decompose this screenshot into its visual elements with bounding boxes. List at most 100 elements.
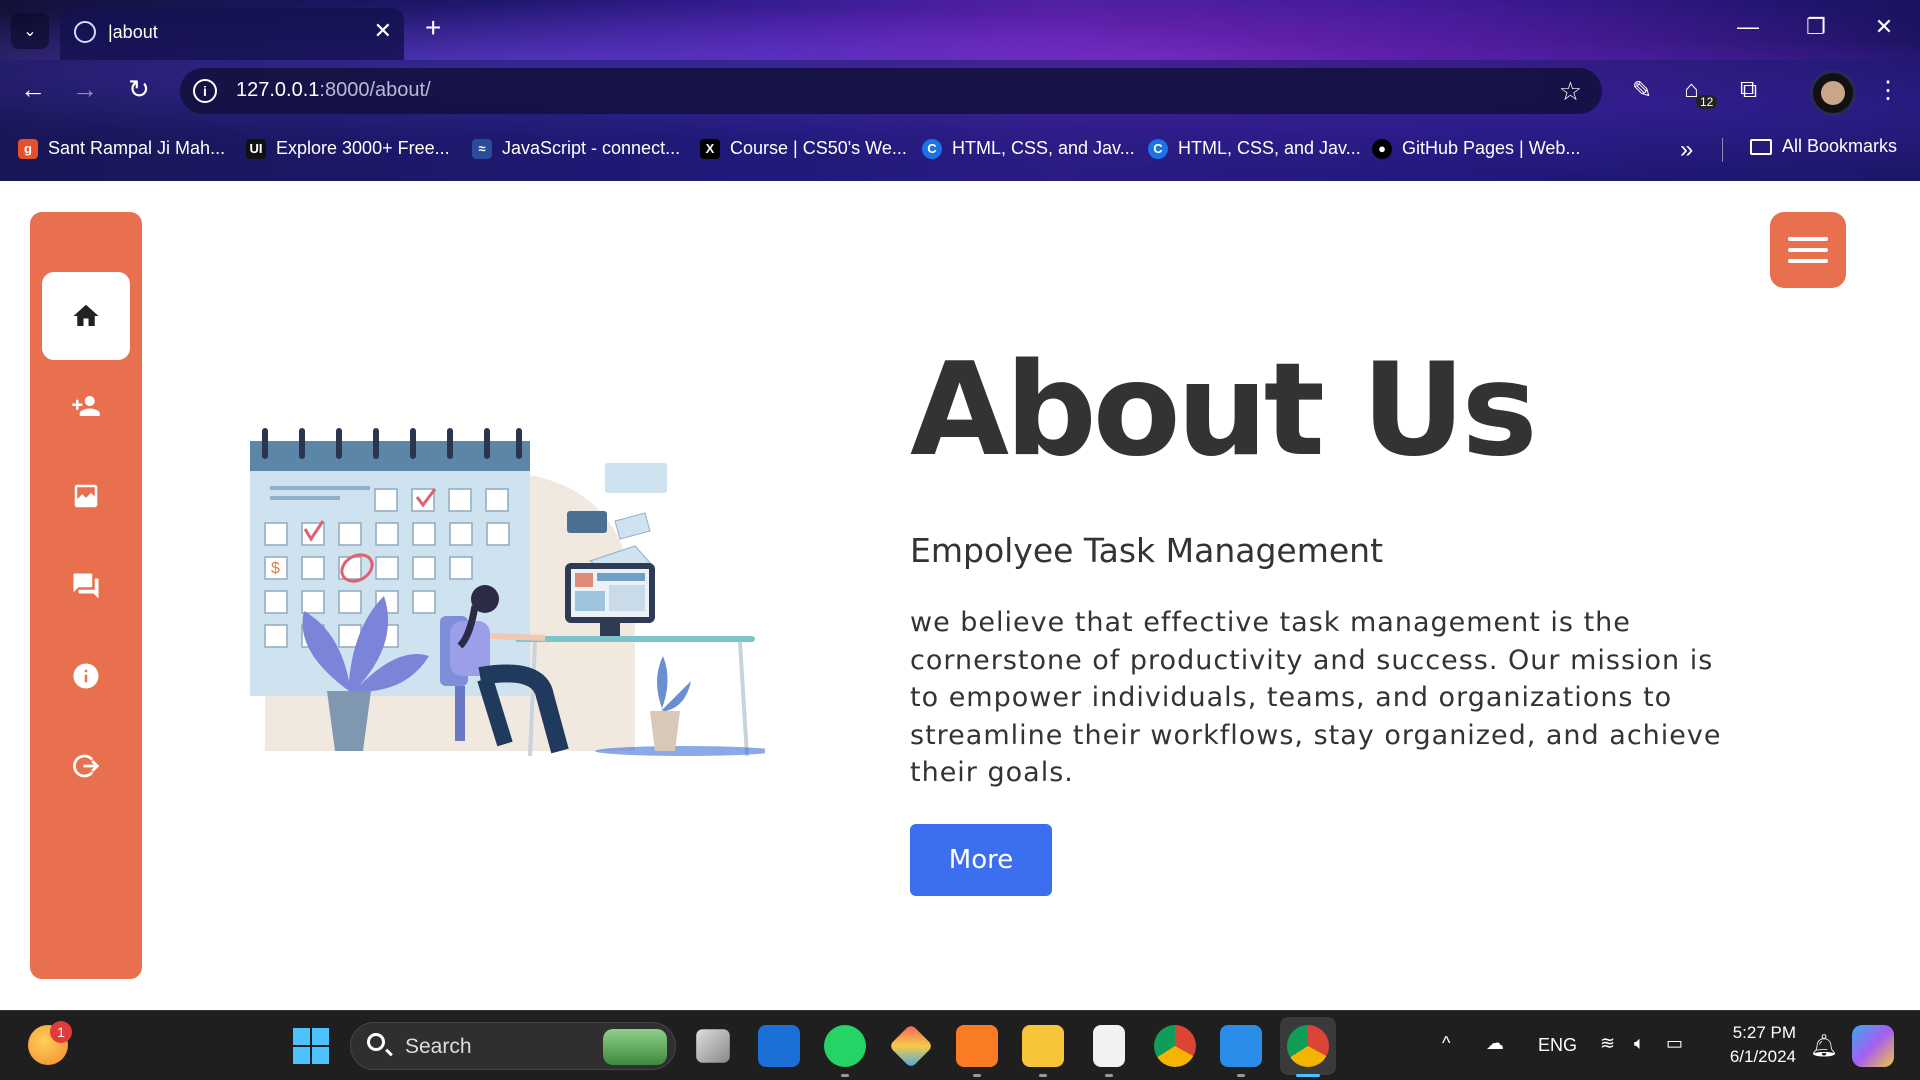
puzzle-icon[interactable]: ⧉ [1740,76,1757,104]
chrome-icon[interactable] [1287,1025,1329,1067]
whatsapp-icon[interactable] [824,1025,866,1067]
vscode-icon[interactable] [1220,1025,1262,1067]
minimize-icon[interactable]: — [1728,14,1768,40]
url-text: 127.0.0.1:8000/about/ [236,79,431,102]
bookmarks-divider [1722,138,1723,162]
wifi-icon[interactable]: ≋ [1600,1033,1615,1054]
running-indicator [1105,1074,1113,1077]
toolbar: ← → ↻ i 127.0.0.1:8000/about/ ☆ ✎ ⌂ ⧉ ⋮ [0,60,1920,120]
bookmark-star-icon[interactable]: ☆ [1559,76,1582,107]
running-indicator [1039,1074,1047,1077]
address-bar[interactable]: i 127.0.0.1:8000/about/ ☆ [180,68,1602,114]
all-bookmarks-button[interactable]: All Bookmarks [1750,136,1897,157]
bookmark-item[interactable]: ≈ JavaScript - connect... [472,138,680,159]
about-description: we believe that effective task managemen… [910,607,1722,788]
tab-close-icon[interactable]: ✕ [374,18,392,44]
taskbar: 1 Search ^ ☁ ENG ≋ 🔈︎ ▭ 5:27 PM 6/1/2024… [0,1010,1920,1080]
taskbar-search[interactable]: Search [350,1022,676,1070]
profile-avatar[interactable] [1810,70,1856,116]
more-button[interactable]: More [910,824,1052,896]
onedrive-icon[interactable]: ☁ [1486,1033,1504,1054]
bookmark-label: Course | CS50's We... [730,138,907,158]
logout-icon [73,754,100,778]
xampp-icon[interactable] [956,1025,998,1067]
bookmark-item[interactable]: ● GitHub Pages | Web... [1372,138,1580,159]
bookmark-label: HTML, CSS, and Jav... [952,138,1135,158]
globe-icon [74,21,96,43]
bookmark-item[interactable]: C HTML, CSS, and Jav... [1148,138,1361,159]
sidebar-item-about[interactable] [42,632,130,720]
site-info-icon[interactable]: i [193,79,217,103]
hamburger-menu-button[interactable] [1770,212,1846,288]
copilot-icon[interactable] [1852,1025,1894,1067]
bookmark-item[interactable]: UI Explore 3000+ Free... [246,138,450,159]
clock-time: 5:27 PM [1732,1023,1796,1042]
forward-icon[interactable]: → [72,76,98,102]
info-icon [73,663,99,689]
task-management-illustration: $ [250,428,765,757]
git-app-icon[interactable] [888,1023,934,1069]
chrome-canary-icon[interactable] [1154,1025,1196,1067]
chat-icon [73,573,99,599]
bookmark-favicon: ≈ [472,138,492,159]
url-path: :8000/about/ [319,79,431,101]
sidebar-item-messages[interactable] [42,542,130,630]
eyedropper-icon[interactable]: ✎ [1632,76,1652,105]
task-view-icon[interactable] [696,1029,730,1063]
bookmark-favicon: UI [246,138,266,159]
clock-date: 6/1/2024 [1729,1047,1796,1066]
extension-badge: 12 [1696,95,1718,109]
bookmark-label: GitHub Pages | Web... [1402,138,1581,158]
folder-icon [1750,138,1772,155]
all-bookmarks-label: All Bookmarks [1782,136,1898,156]
notification-bell-icon[interactable]: 🔔︎ [1810,1033,1838,1059]
running-indicator [1237,1074,1245,1077]
restore-icon[interactable]: ❐ [1796,14,1836,40]
bookmark-item[interactable]: g Sant Rampal Ji Mah... [18,138,225,159]
bookmark-favicon: ● [1372,138,1392,159]
menu-dots-icon[interactable]: ⋮ [1876,76,1900,105]
tab-search-button[interactable]: ⌄ [11,13,49,49]
sidebar-item-home[interactable] [42,272,130,360]
add-person-icon [72,396,100,416]
sidebar-item-logout[interactable] [42,722,130,810]
reload-icon[interactable]: ↻ [128,76,150,102]
more-bookmarks-button[interactable]: » [1680,136,1693,164]
search-label: Search [405,1035,472,1058]
tab-about[interactable]: |about ✕ [60,8,404,60]
bookmark-favicon: C [1148,138,1168,159]
file-explorer-icon[interactable] [1022,1025,1064,1067]
svg-text:$: $ [271,560,280,577]
tab-strip: ⌄ |about ✕ + — ❐ ✕ [0,0,1920,60]
volume-icon[interactable]: 🔈︎ [1634,1033,1645,1054]
hamburger-line [1788,248,1828,252]
chart-icon [74,484,98,508]
sidebar [30,212,142,979]
system-clock[interactable]: 5:27 PM 6/1/2024 [1716,1021,1796,1069]
home-icon [73,304,99,326]
sidebar-item-add-employee[interactable] [42,362,130,450]
bookmark-label: HTML, CSS, and Jav... [1178,138,1361,158]
notepad-icon[interactable] [1093,1025,1125,1067]
sidebar-item-analytics[interactable] [42,452,130,540]
battery-icon[interactable]: ▭ [1666,1033,1683,1054]
search-highlight-image [603,1029,667,1065]
bookmark-item[interactable]: X Course | CS50's We... [700,138,907,159]
mail-app-icon[interactable] [758,1025,800,1067]
windows-start-icon[interactable] [290,1025,332,1067]
bookmark-favicon: X [700,138,720,159]
close-window-icon[interactable]: ✕ [1864,14,1904,40]
notification-badge: 1 [50,1021,72,1043]
back-icon[interactable]: ← [20,76,46,102]
language-indicator[interactable]: ENG [1538,1035,1577,1056]
url-host: 127.0.0.1 [236,79,320,101]
bookmarks-bar: g Sant Rampal Ji Mah... UI Explore 3000+ F… [0,120,1920,181]
bookmark-label: Sant Rampal Ji Mah... [48,138,226,158]
bookmark-label: Explore 3000+ Free... [276,138,450,158]
show-hidden-icons[interactable]: ^ [1442,1033,1450,1054]
hamburger-line [1788,237,1828,241]
bookmark-item[interactable]: C HTML, CSS, and Jav... [922,138,1135,159]
bookmark-favicon: C [922,138,942,159]
active-indicator [1296,1074,1320,1077]
new-tab-button[interactable]: + [425,14,441,42]
